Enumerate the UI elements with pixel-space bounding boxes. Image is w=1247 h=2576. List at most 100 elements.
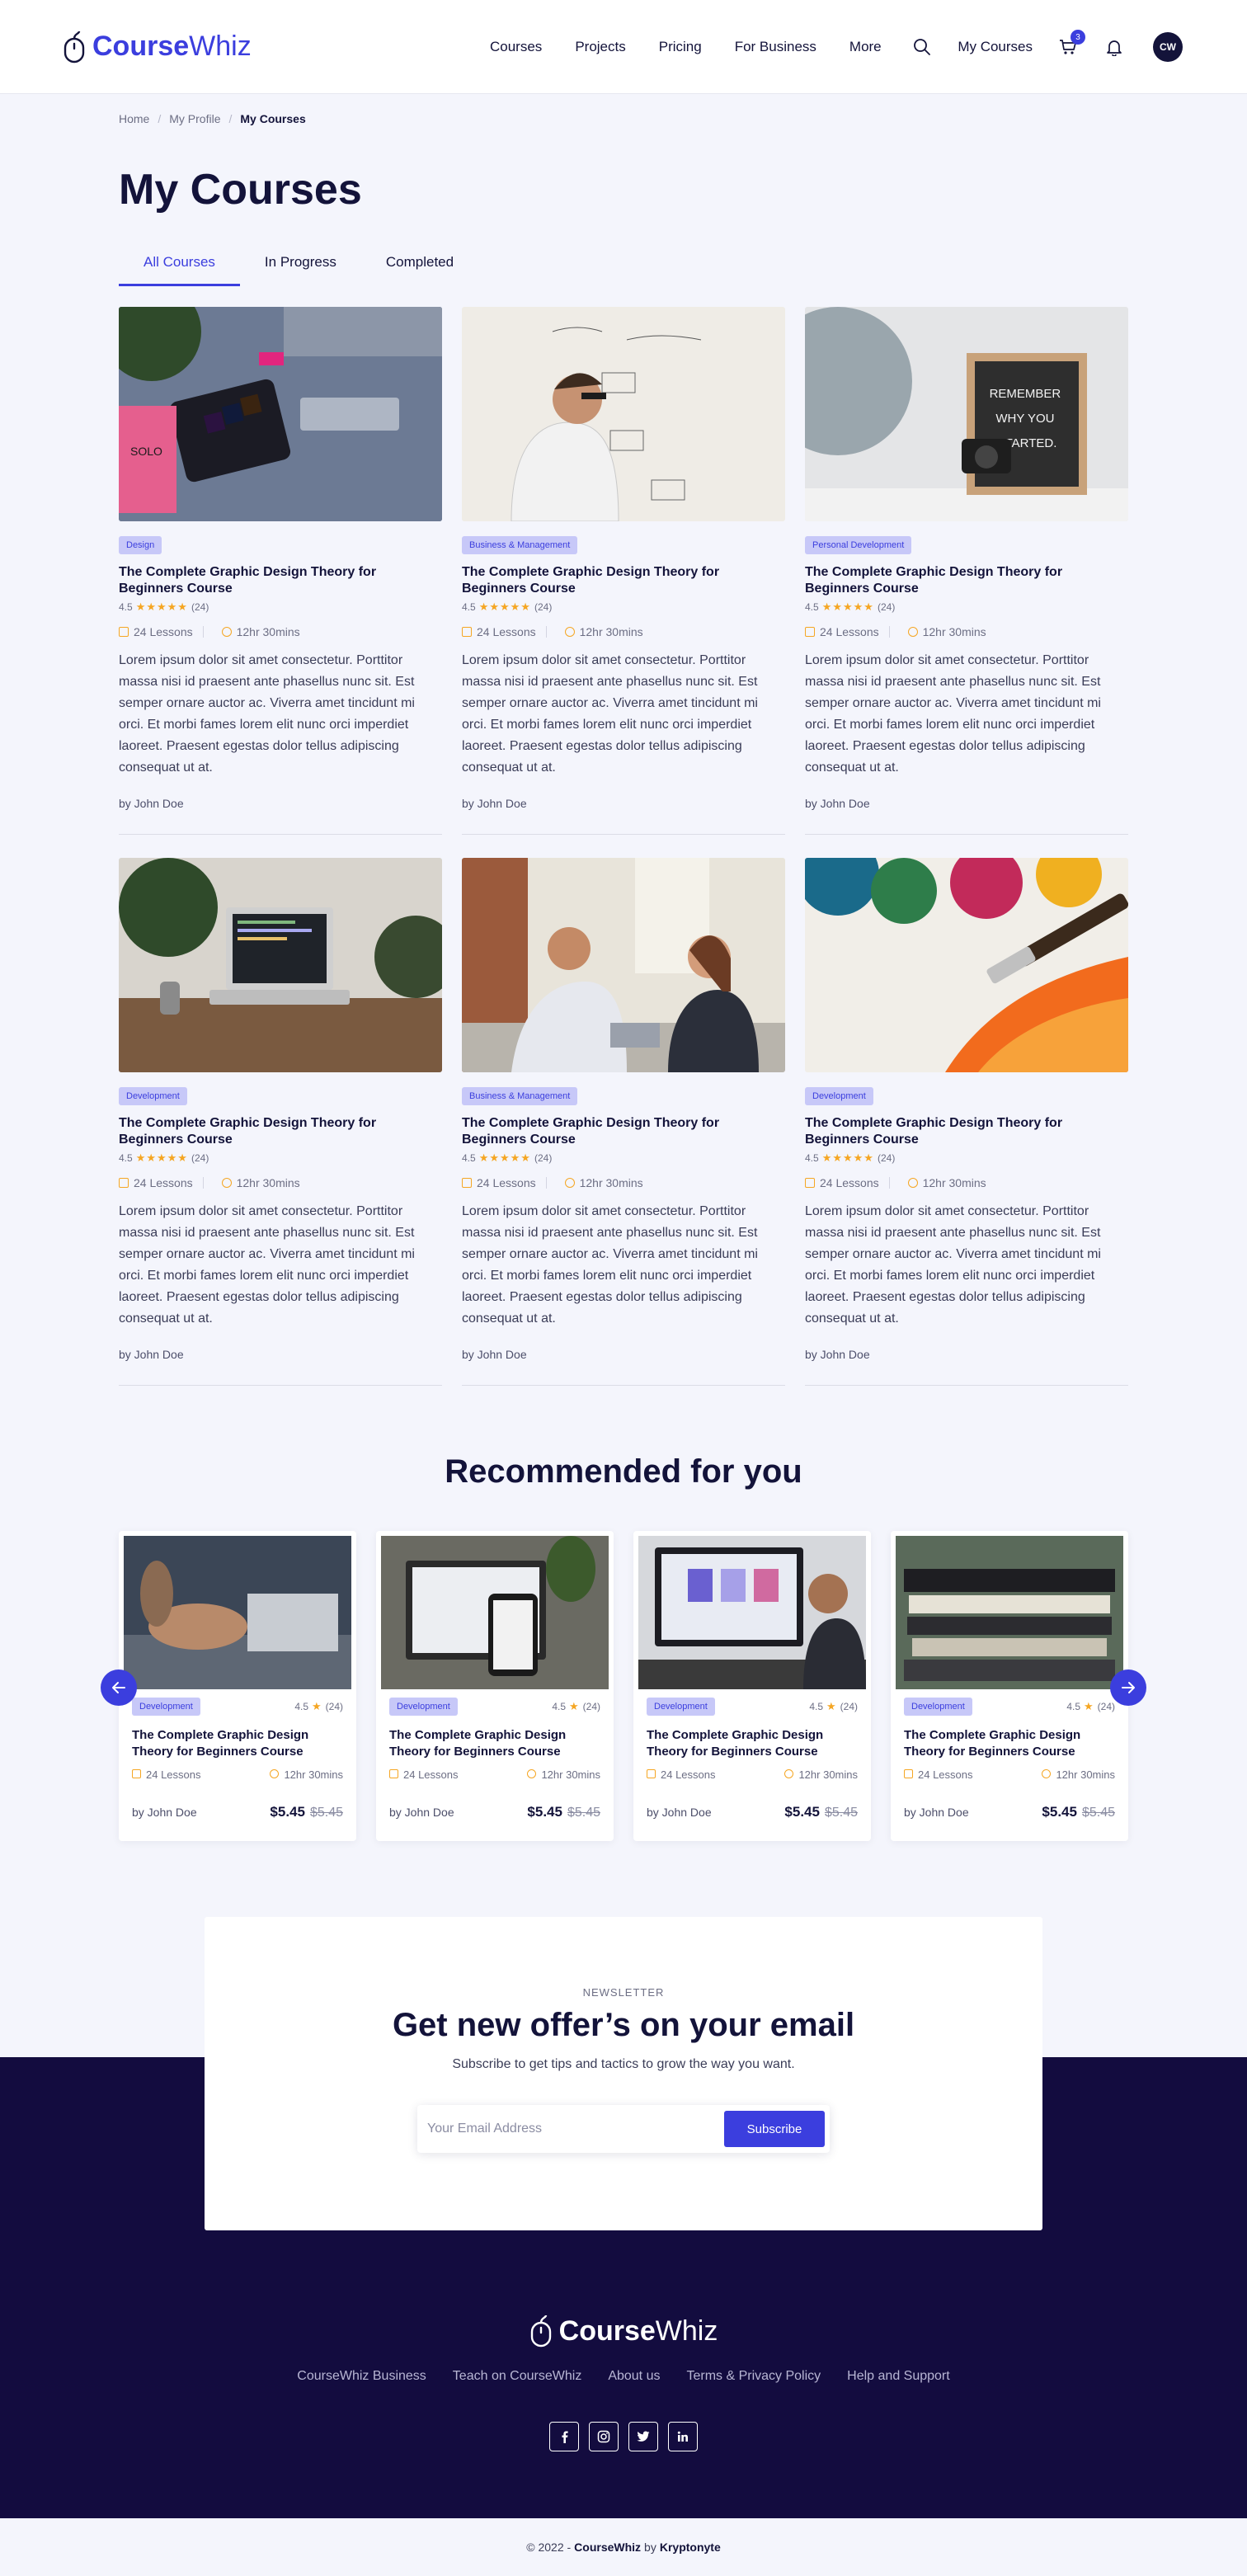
course-author: by John Doe <box>119 1348 184 1361</box>
course-grid: SOLO Design The Complete Graphic Design … <box>119 307 1128 1386</box>
course-thumbnail[interactable]: REMEMBER WHY YOU STARTED. <box>805 307 1128 521</box>
course-card[interactable]: SOLO Design The Complete Graphic Design … <box>119 307 442 835</box>
brand-logo[interactable]: Course Whiz <box>63 31 252 64</box>
tab-all-courses[interactable]: All Courses <box>119 244 240 286</box>
course-title[interactable]: The Complete Graphic Design Theory for B… <box>462 564 785 597</box>
course-title[interactable]: The Complete Graphic Design Theory for B… <box>119 564 442 597</box>
review-count: (24) <box>325 1701 343 1712</box>
newsletter-heading: Get new offer’s on your email <box>392 2007 855 2043</box>
course-title[interactable]: The Complete Graphic Design Theory for B… <box>647 1727 858 1760</box>
price-wrap: $5.45 $5.45 <box>1042 1804 1115 1820</box>
instagram-icon[interactable] <box>589 2422 619 2451</box>
meta-divider <box>888 1177 890 1189</box>
subscribe-button[interactable]: Subscribe <box>724 2111 825 2147</box>
course-duration: 12hr 30mins <box>1056 1768 1115 1781</box>
duration-wrap: 12hr 30mins <box>784 1768 858 1781</box>
email-field[interactable] <box>427 2122 724 2136</box>
lessons-icon <box>904 1769 913 1778</box>
price-wrap: $5.45 $5.45 <box>527 1804 600 1820</box>
avatar[interactable]: CW <box>1153 32 1183 62</box>
nav-courses[interactable]: Courses <box>490 39 542 55</box>
course-thumbnail[interactable] <box>805 858 1128 1072</box>
footer-link-teach[interactable]: Teach on CourseWhiz <box>453 2369 582 2384</box>
course-thumbnail[interactable] <box>381 1536 609 1689</box>
clock-icon <box>221 627 232 637</box>
category-badge: Development <box>904 1698 972 1716</box>
course-thumbnail[interactable] <box>124 1536 351 1689</box>
clock-icon <box>527 1769 537 1778</box>
course-title[interactable]: The Complete Graphic Design Theory for B… <box>462 1115 785 1148</box>
lessons-count: 24 Lessons <box>134 1176 193 1189</box>
old-price: $5.45 <box>824 1806 858 1820</box>
price: $5.45 <box>1042 1804 1077 1820</box>
course-description: Lorem ipsum dolor sit amet consectetur. … <box>119 1204 415 1326</box>
footer-logo[interactable]: Course Whiz <box>0 2315 1247 2348</box>
nav-for-business[interactable]: For Business <box>735 39 816 55</box>
course-meta: 24 Lessons 12hr 30mins <box>805 625 1128 638</box>
tab-completed[interactable]: Completed <box>361 244 478 286</box>
recommended-card[interactable]: Development 4.5 ★ (24) The Complete Grap… <box>633 1531 871 1841</box>
recommended-card[interactable]: Development 4.5 ★ (24) The Complete Grap… <box>119 1531 356 1841</box>
footer-link-about[interactable]: About us <box>608 2369 660 2384</box>
nav-pricing[interactable]: Pricing <box>659 39 702 55</box>
lessons-icon <box>805 1178 815 1188</box>
course-rating: 4.5 ★ (24) <box>552 1700 600 1713</box>
page-title: My Courses <box>119 166 362 214</box>
course-author: by John Doe <box>389 1806 454 1819</box>
rating-value: 4.5 <box>805 601 819 613</box>
course-card[interactable]: Business & Management The Complete Graph… <box>462 307 785 835</box>
star-icons: ★★★★★ <box>821 600 874 613</box>
review-count: (24) <box>582 1701 600 1712</box>
lessons-count: 24 Lessons <box>820 1176 879 1189</box>
breadcrumb: Home / My Profile / My Courses <box>119 112 306 125</box>
course-title[interactable]: The Complete Graphic Design Theory for B… <box>389 1727 600 1760</box>
carousel-next-button[interactable] <box>1110 1669 1146 1706</box>
course-title[interactable]: The Complete Graphic Design Theory for B… <box>132 1727 343 1760</box>
copyright-company[interactable]: Kryptonyte <box>660 2541 721 2554</box>
review-count: (24) <box>1097 1701 1115 1712</box>
footer-link-business[interactable]: CourseWhiz Business <box>297 2369 426 2384</box>
course-thumbnail[interactable]: SOLO <box>119 307 442 521</box>
facebook-icon[interactable] <box>549 2422 579 2451</box>
tab-in-progress[interactable]: In Progress <box>240 244 361 286</box>
category-badge: Development <box>805 1087 873 1105</box>
cart-count-badge: 3 <box>1071 30 1085 45</box>
course-title[interactable]: The Complete Graphic Design Theory for B… <box>805 564 1128 597</box>
course-title[interactable]: The Complete Graphic Design Theory for B… <box>119 1115 442 1148</box>
breadcrumb-home[interactable]: Home <box>119 112 149 125</box>
my-courses-link[interactable]: My Courses <box>958 39 1033 55</box>
lessons-wrap: 24 Lessons <box>389 1768 459 1781</box>
breadcrumb-my-profile[interactable]: My Profile <box>169 112 220 125</box>
cart-icon[interactable]: 3 <box>1057 30 1085 58</box>
recommended-card[interactable]: Development 4.5 ★ (24) The Complete Grap… <box>891 1531 1128 1841</box>
course-title[interactable]: The Complete Graphic Design Theory for B… <box>904 1727 1115 1760</box>
footer-link-terms[interactable]: Terms & Privacy Policy <box>686 2369 821 2384</box>
course-card[interactable]: Development The Complete Graphic Design … <box>119 858 442 1386</box>
bell-icon[interactable] <box>1103 36 1125 58</box>
course-card[interactable]: REMEMBER WHY YOU STARTED. Personal Devel… <box>805 307 1128 835</box>
nav-more[interactable]: More <box>849 39 882 55</box>
search-icon[interactable] <box>911 36 933 58</box>
course-meta: 24 Lessons 12hr 30mins <box>119 625 442 638</box>
course-thumbnail[interactable] <box>462 307 785 521</box>
rating-value: 4.5 <box>552 1701 566 1712</box>
footer-link-help[interactable]: Help and Support <box>847 2369 950 2384</box>
course-duration: 12hr 30mins <box>922 1176 986 1189</box>
carousel-prev-button[interactable] <box>101 1669 137 1706</box>
category-badge: Development <box>389 1698 458 1716</box>
recommended-card[interactable]: Development 4.5 ★ (24) The Complete Grap… <box>376 1531 614 1841</box>
course-thumbnail[interactable] <box>638 1536 866 1689</box>
lessons-count: 24 Lessons <box>918 1768 973 1781</box>
course-thumbnail[interactable] <box>119 858 442 1072</box>
course-thumbnail[interactable] <box>462 858 785 1072</box>
category-badge: Development <box>119 1087 187 1105</box>
course-thumbnail[interactable] <box>896 1536 1123 1689</box>
course-card[interactable]: Business & Management The Complete Graph… <box>462 858 785 1386</box>
linkedin-icon[interactable] <box>668 2422 698 2451</box>
twitter-icon[interactable] <box>628 2422 658 2451</box>
meta-divider <box>202 1177 204 1189</box>
course-title[interactable]: The Complete Graphic Design Theory for B… <box>805 1115 1128 1148</box>
course-meta: 24 Lessons 12hr 30mins <box>647 1768 858 1781</box>
nav-projects[interactable]: Projects <box>575 39 625 55</box>
course-card[interactable]: Development The Complete Graphic Design … <box>805 858 1128 1386</box>
